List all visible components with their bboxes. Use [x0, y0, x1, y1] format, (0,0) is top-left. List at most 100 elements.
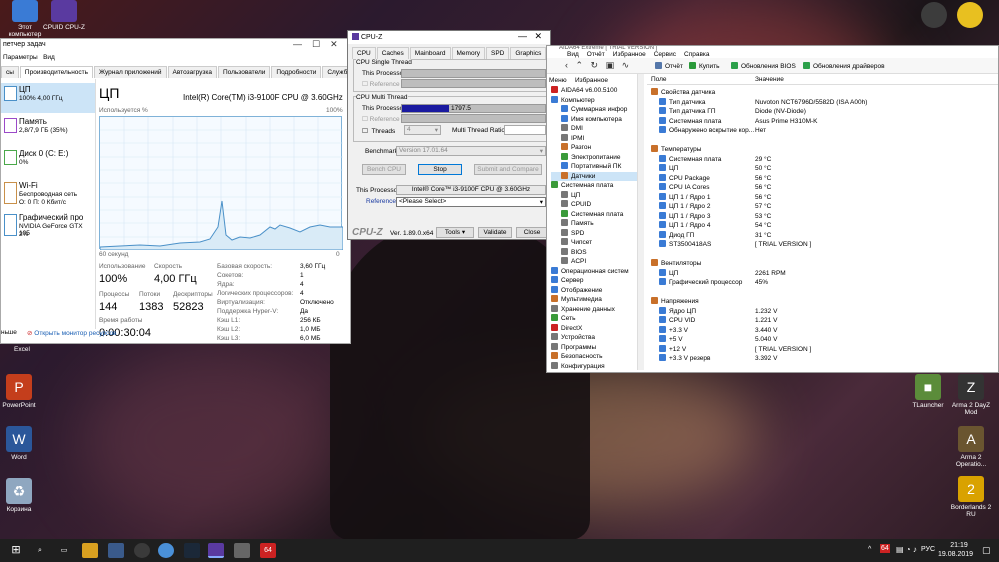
tree-item[interactable]: SPD: [551, 228, 639, 239]
menu-item[interactable]: Параметры: [3, 54, 38, 61]
start-icon[interactable]: ⊞: [8, 543, 24, 558]
desktop-icon[interactable]: W Word: [0, 426, 41, 461]
tree-item[interactable]: ACPI: [551, 257, 639, 267]
sensor-row[interactable]: ЦП 1 / Ядро 4 54 °C: [651, 221, 996, 231]
nav-icons[interactable]: ‹ ⌃ ↻ ▣ ∿: [565, 60, 629, 71]
desktop-icon-this-pc[interactable]: Этот компьютер: [3, 0, 47, 38]
tree-item[interactable]: DMI: [551, 124, 639, 134]
tools-button[interactable]: Tools ▾: [436, 227, 474, 238]
open-resmon-link[interactable]: ⊘ Открыть монитор ресурсов: [27, 329, 117, 337]
tree-scrollbar[interactable]: [637, 74, 644, 370]
threads-select[interactable]: 4 ▾: [404, 125, 441, 135]
sensor-row[interactable]: ST3500418AS [ TRIAL VERSION ]: [651, 240, 996, 250]
perf-item[interactable]: Память 2,8/7,9 ГБ (35%): [1, 115, 95, 145]
perf-item[interactable]: Графический про NVIDIA GeForce GTX 105 2%: [1, 211, 95, 241]
sensor-row[interactable]: Температуры: [651, 145, 996, 155]
tree-item[interactable]: AIDA64 v6.00.5100: [551, 86, 639, 96]
tree-item[interactable]: Отображение: [551, 285, 639, 296]
tree-item[interactable]: Безопасность: [551, 352, 639, 362]
sensor-row[interactable]: +3.3 V 3.440 V: [651, 325, 996, 336]
tree-item[interactable]: Устройства: [551, 333, 639, 343]
task-view-icon[interactable]: ▭: [56, 543, 72, 558]
desktop-icon[interactable]: ♻ Корзина: [0, 478, 41, 513]
tray-icons[interactable]: ▤ ◔ ♪: [896, 545, 917, 554]
notifications-icon[interactable]: ▢: [982, 545, 991, 556]
chrome-icon[interactable]: [158, 543, 174, 558]
menu-item[interactable]: Вид: [43, 54, 55, 61]
menu-bar[interactable]: Параметры Вид: [3, 54, 55, 61]
opera-icon[interactable]: [134, 543, 150, 558]
tree-item[interactable]: Сеть: [551, 314, 639, 324]
sensor-row[interactable]: Свойства датчика: [651, 88, 996, 98]
menu-item[interactable]: Справка: [684, 51, 710, 58]
sensor-row[interactable]: ЦП 1 / Ядро 1 56 °C: [651, 192, 996, 203]
window-controls[interactable]: — ☐ ✕: [293, 39, 338, 50]
tree-item[interactable]: Чипсет: [551, 238, 639, 248]
store-icon[interactable]: [108, 543, 124, 558]
desktop-icon-app[interactable]: [948, 2, 992, 30]
sensor-row[interactable]: CPU IA Cores 56 °C: [651, 183, 996, 193]
desktop-icon[interactable]: ■ TLauncher: [906, 374, 950, 409]
cpuz-tab[interactable]: SPD: [485, 47, 510, 59]
tab-item[interactable]: сы: [1, 66, 19, 78]
clock-time[interactable]: 21:19: [944, 542, 974, 549]
toolbar-drivers[interactable]: Обновления драйверов: [803, 62, 885, 70]
sensor-row[interactable]: ЦП 2261 RPM: [651, 268, 996, 279]
sensor-row[interactable]: CPU Package 56 °C: [651, 173, 996, 184]
sensor-row[interactable]: Диод ГП 31 °C: [651, 230, 996, 241]
clock-date[interactable]: 19.08.2019: [938, 551, 973, 558]
tree-item[interactable]: Хранение данных: [551, 304, 639, 315]
tree-item[interactable]: Суммарная инфор: [551, 105, 639, 115]
sensor-row[interactable]: Системная плата Asus Prime H310M-K: [651, 116, 996, 127]
col-value[interactable]: Значение: [755, 76, 784, 83]
tree-item[interactable]: Датчики: [551, 171, 639, 181]
tree-item[interactable]: IPMI: [551, 133, 639, 144]
sensor-row[interactable]: Обнаружено вскрытие кор... Нет: [651, 126, 996, 136]
perf-item[interactable]: ЦП 100% 4,00 ГГц: [1, 83, 95, 113]
toolbar-buy[interactable]: Купить: [689, 62, 720, 70]
desktop-icon[interactable]: Z Arma 2 DayZ Mod: [946, 374, 996, 416]
desktop-icon[interactable]: 2 Borderlands 2 RU: [946, 476, 996, 518]
bench-cpu-button[interactable]: Bench CPU: [362, 164, 406, 175]
sensor-row[interactable]: Системная плата 29 °C: [651, 154, 996, 165]
menu-item[interactable]: Вид: [567, 51, 579, 58]
search-icon[interactable]: ⌕: [32, 543, 48, 558]
tree-item[interactable]: Имя компьютера: [551, 114, 639, 125]
side-tab-menu[interactable]: Меню: [549, 77, 567, 84]
sensor-row[interactable]: Ядро ЦП 1.232 V: [651, 306, 996, 317]
menu-item[interactable]: Сервис: [654, 51, 676, 58]
sensor-row[interactable]: Вентиляторы: [651, 259, 996, 269]
reference-select[interactable]: <Please Select> ▾: [396, 197, 546, 207]
col-field[interactable]: Поле: [651, 76, 667, 83]
tray-aida-icon[interactable]: 64: [880, 544, 890, 553]
window-controls[interactable]: — ✕: [518, 31, 542, 42]
desktop-icon[interactable]: P PowerPoint: [0, 374, 41, 409]
toolbar-report[interactable]: Отчёт: [655, 62, 683, 70]
tree-item[interactable]: CPUID: [551, 200, 639, 210]
threads-checkbox[interactable]: ☐ Threads: [362, 127, 395, 135]
validate-button[interactable]: Validate: [478, 227, 512, 238]
tree-item[interactable]: Конфигурация: [551, 361, 639, 371]
menu-item[interactable]: Отчёт: [587, 51, 605, 58]
tree-item[interactable]: Память: [551, 219, 639, 229]
tree-item[interactable]: Мультимедиа: [551, 295, 639, 305]
sensor-row[interactable]: ЦП 50 °C: [651, 164, 996, 174]
tree-item[interactable]: Сервер: [551, 276, 639, 286]
cpuz-tab[interactable]: Memory: [451, 47, 485, 59]
tree-item[interactable]: DirectX: [551, 323, 639, 334]
sensor-row[interactable]: +12 V [ TRIAL VERSION ]: [651, 344, 996, 355]
tab-item[interactable]: Подробности: [271, 66, 322, 78]
toolbar-bios[interactable]: Обновления BIOS: [731, 62, 796, 70]
sensor-row[interactable]: Напряжения: [651, 297, 996, 307]
tree-item[interactable]: ЦП: [551, 190, 639, 201]
cpuz-tab[interactable]: Graphics: [510, 47, 547, 59]
tree-item[interactable]: Разгон: [551, 143, 639, 153]
benchmark-select[interactable]: Version 17.01.64 ▾: [396, 146, 546, 156]
sensor-row[interactable]: ЦП 1 / Ядро 2 57 °C: [651, 202, 996, 212]
sensor-row[interactable]: Тип датчика ГП Diode (NV-Diode): [651, 107, 996, 117]
side-tab-favorites[interactable]: Избранное: [575, 77, 608, 84]
close-button[interactable]: Close: [516, 227, 548, 238]
sensor-row[interactable]: [651, 288, 996, 298]
sensor-row[interactable]: +5 V 5.040 V: [651, 335, 996, 345]
taskmgr-taskbar-icon[interactable]: [234, 543, 250, 558]
